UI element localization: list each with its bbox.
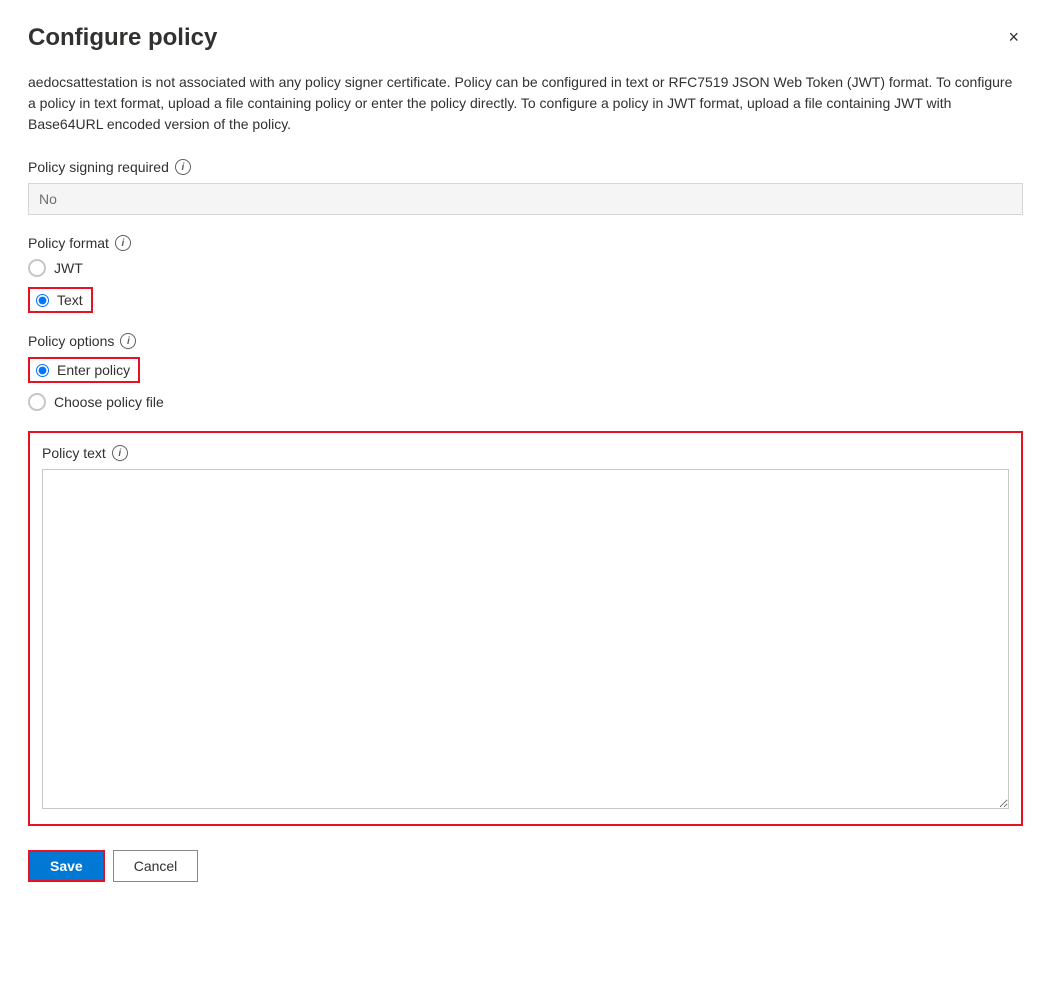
policy-text-textarea[interactable] (42, 469, 1009, 809)
policy-signing-section: Policy signing required i No (28, 159, 1023, 215)
policy-signing-label: Policy signing required i (28, 159, 1023, 175)
policy-signing-dropdown[interactable]: No (28, 183, 1023, 215)
configure-policy-dialog: Configure policy × aedocsattestation is … (0, 0, 1051, 986)
dialog-header: Configure policy × (28, 24, 1023, 52)
policy-format-text-option[interactable]: Text (28, 287, 1023, 313)
policy-options-radio-group: Enter policy Choose policy file (28, 357, 1023, 411)
policy-options-info-icon[interactable]: i (120, 333, 136, 349)
policy-text-info-icon[interactable]: i (112, 445, 128, 461)
enter-policy-highlighted: Enter policy (28, 357, 140, 383)
cancel-button[interactable]: Cancel (113, 850, 199, 882)
policy-format-text-highlighted: Text (28, 287, 93, 313)
choose-file-radio[interactable] (28, 393, 46, 411)
policy-format-jwt-option[interactable]: JWT (28, 259, 1023, 277)
policy-text-section: Policy text i (28, 431, 1023, 826)
policy-text-label: Policy text i (42, 445, 1009, 461)
enter-policy-radio[interactable] (36, 364, 49, 377)
policy-format-jwt-radio[interactable] (28, 259, 46, 277)
save-button[interactable]: Save (28, 850, 105, 882)
policy-format-info-icon[interactable]: i (115, 235, 131, 251)
policy-signing-info-icon[interactable]: i (175, 159, 191, 175)
policy-format-jwt-label: JWT (54, 260, 83, 276)
enter-policy-option[interactable]: Enter policy (28, 357, 1023, 383)
description-text: aedocsattestation is not associated with… (28, 72, 1023, 135)
policy-format-radio-group: JWT Text (28, 259, 1023, 313)
enter-policy-label: Enter policy (57, 362, 130, 378)
policy-format-text-radio[interactable] (36, 294, 49, 307)
choose-file-option[interactable]: Choose policy file (28, 393, 1023, 411)
policy-options-label: Policy options i (28, 333, 1023, 349)
close-button[interactable]: × (1004, 24, 1023, 50)
policy-format-label: Policy format i (28, 235, 1023, 251)
policy-format-text-label: Text (57, 292, 83, 308)
policy-format-section: Policy format i JWT Text (28, 235, 1023, 313)
dialog-title: Configure policy (28, 24, 217, 52)
button-row: Save Cancel (28, 850, 1023, 882)
policy-options-section: Policy options i Enter policy Choose pol… (28, 333, 1023, 411)
choose-file-label: Choose policy file (54, 394, 164, 410)
